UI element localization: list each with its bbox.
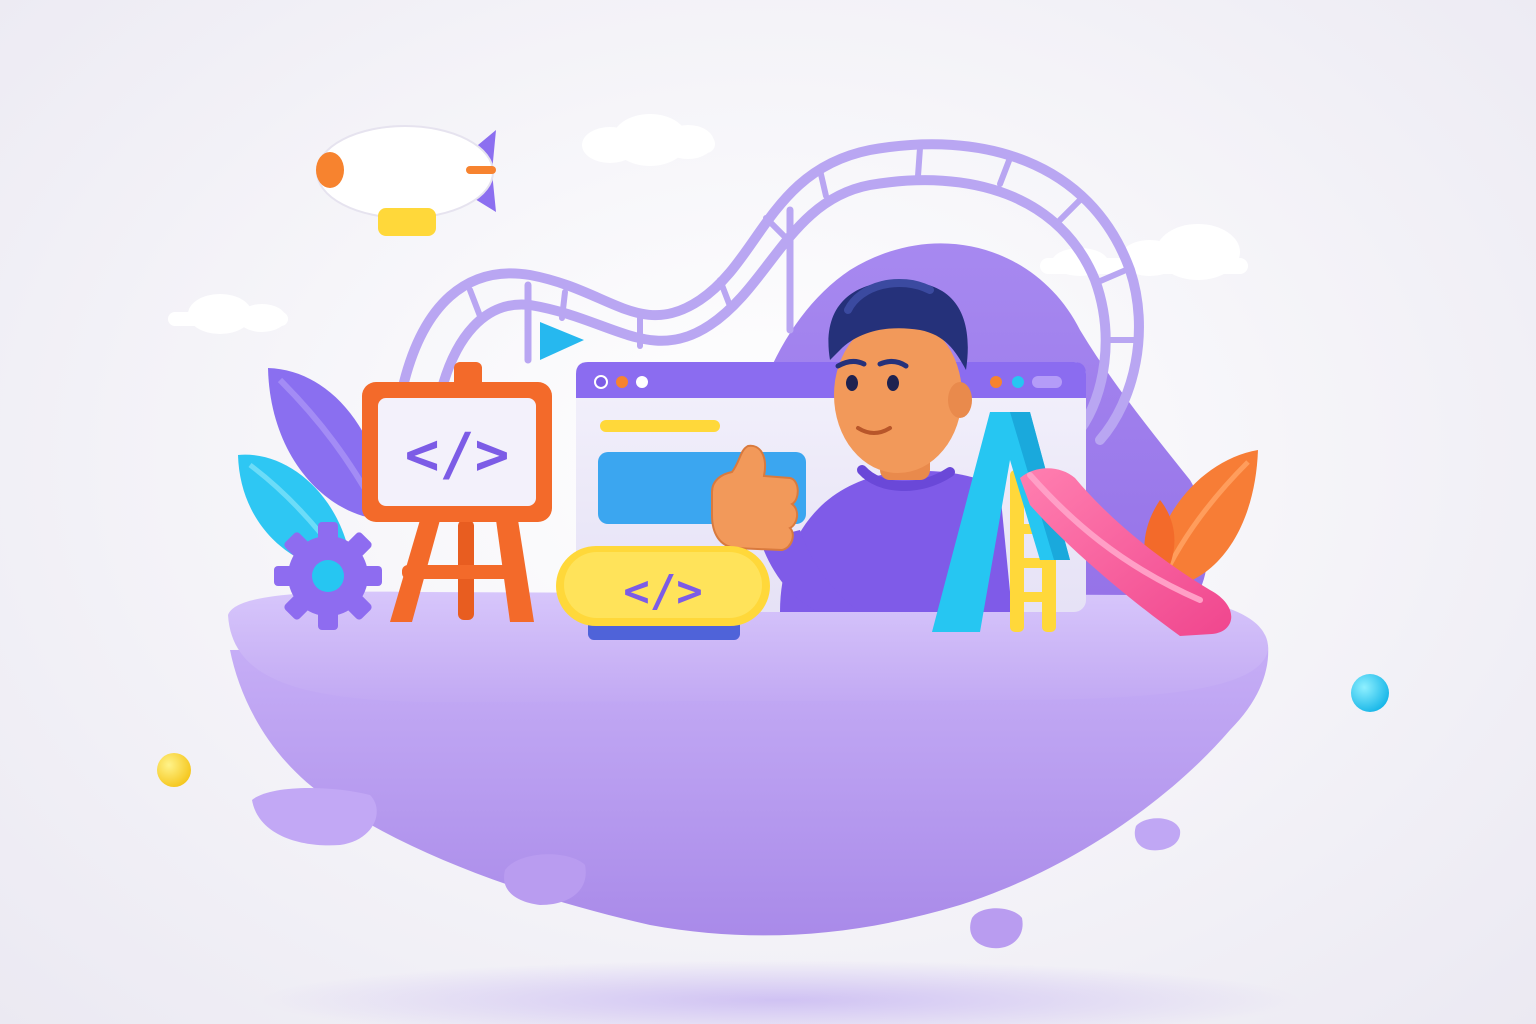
- badge-code-text: </>: [623, 566, 702, 617]
- cloud-icon: [168, 294, 288, 334]
- easel-code-text: </>: [405, 420, 510, 488]
- easel-icon: [362, 362, 552, 622]
- rock-icon: [970, 908, 1023, 949]
- rock-icon: [252, 788, 377, 846]
- cloud-icon: [582, 114, 715, 166]
- flag-icon: [540, 322, 584, 360]
- blimp-icon: [316, 125, 496, 236]
- sphere-icon: [157, 753, 191, 787]
- illustration-scene: </> </>: [157, 114, 1389, 1024]
- sphere-icon: [1351, 674, 1389, 712]
- rock-icon: [1134, 818, 1181, 851]
- gear-icon: [274, 522, 382, 630]
- ground-shadow: [260, 960, 1300, 1024]
